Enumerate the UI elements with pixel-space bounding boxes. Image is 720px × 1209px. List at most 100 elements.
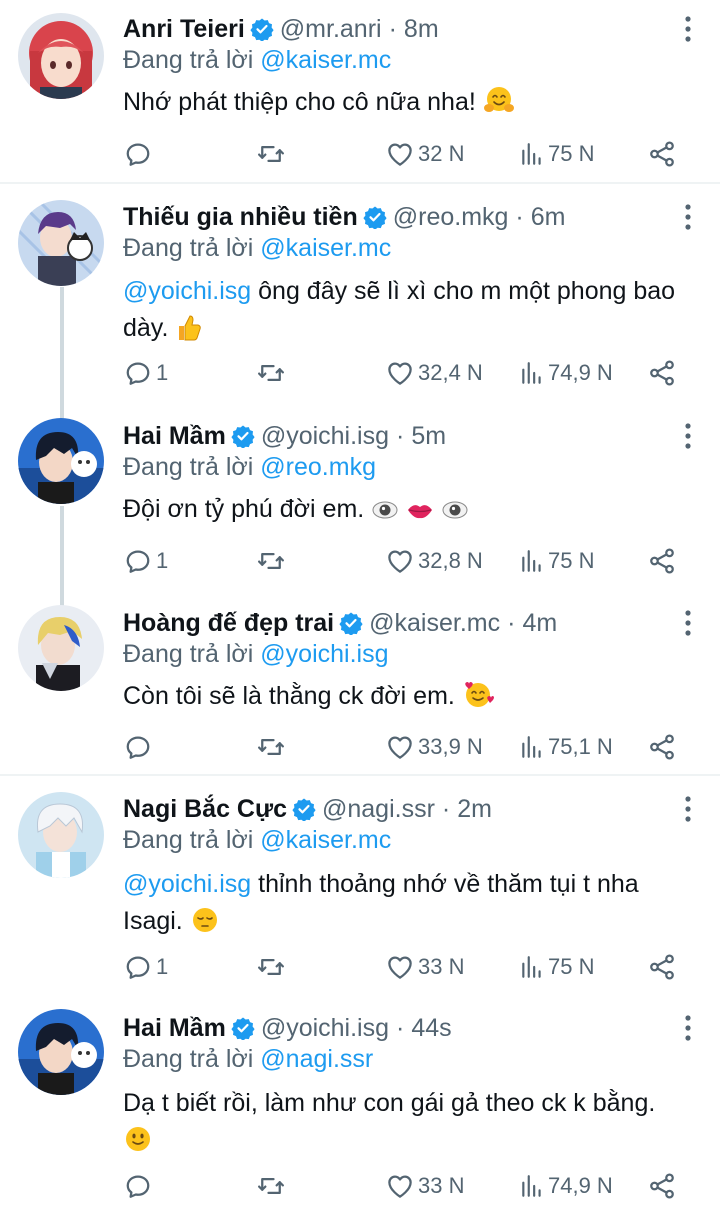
tweet-body-text: Nhớ phát thiệp cho cô nữa nha!	[123, 88, 476, 116]
like-button[interactable]: 32 N	[385, 137, 464, 171]
tweet[interactable]: Nagi Bắc Cực @nagi.ssr · 2m Đang trả lời…	[0, 780, 720, 1000]
replying-to-handle[interactable]: @kaiser.mc	[260, 46, 391, 74]
retweet-button[interactable]	[256, 137, 286, 171]
replying-to-handle[interactable]: @reo.mkg	[260, 453, 376, 481]
like-button[interactable]: 32,8 N	[385, 544, 483, 578]
user-handle[interactable]: @yoichi.isg	[261, 422, 389, 451]
reply-button[interactable]: 1	[123, 950, 168, 984]
share-button[interactable]	[647, 137, 677, 171]
like-button[interactable]: 33,9 N	[385, 730, 483, 764]
like-button[interactable]: 33 N	[385, 1169, 464, 1203]
avatar[interactable]	[18, 418, 104, 504]
timestamp[interactable]: 44s	[411, 1014, 451, 1043]
tweet[interactable]: Anri Teieri @mr.anri · 8m Đang trả lời @…	[0, 0, 720, 182]
retweet-button[interactable]	[256, 730, 286, 764]
retweet-button[interactable]	[256, 950, 286, 984]
display-name[interactable]: Thiếu gia nhiều tiền	[123, 203, 358, 232]
replying-label: Đang trả lời	[123, 453, 254, 481]
more-vertical-icon[interactable]	[678, 794, 698, 824]
reply-button[interactable]	[123, 137, 156, 171]
tweet-text: Nhớ phát thiệp cho cô nữa nha!	[123, 84, 680, 121]
reply-count: 1	[156, 954, 169, 979]
timestamp[interactable]: 6m	[531, 203, 566, 232]
more-vertical-icon[interactable]	[678, 14, 698, 44]
user-handle[interactable]: @yoichi.isg	[261, 1014, 389, 1043]
reply-button[interactable]	[123, 1169, 156, 1203]
avatar[interactable]	[18, 792, 104, 878]
view-count: 75 N	[548, 548, 595, 573]
more-vertical-icon[interactable]	[678, 608, 698, 638]
display-name[interactable]: Anri Teieri	[123, 15, 245, 44]
hugging-face-emoji	[483, 87, 514, 112]
reply-button[interactable]: 1	[123, 544, 168, 578]
verified-badge-icon	[250, 17, 274, 41]
like-count: 33,9 N	[418, 734, 483, 759]
share-button[interactable]	[647, 356, 677, 390]
share-button[interactable]	[647, 1169, 677, 1203]
share-icon	[647, 952, 677, 982]
avatar[interactable]	[18, 1009, 104, 1095]
more-vertical-icon[interactable]	[678, 202, 698, 232]
display-name[interactable]: Hai Mầm	[123, 422, 226, 451]
reply-button[interactable]: 1	[123, 356, 168, 390]
view-count: 75 N	[548, 141, 595, 166]
mention-link[interactable]: @yoichi.isg	[123, 870, 251, 898]
reply-button[interactable]	[123, 730, 156, 764]
timestamp[interactable]: 2m	[457, 795, 492, 824]
tweet-body-text: Đội ơn tỷ phú đời em.	[123, 495, 365, 523]
timestamp[interactable]: 8m	[404, 15, 439, 44]
retweet-icon	[256, 546, 286, 576]
avatar[interactable]	[18, 605, 104, 691]
verified-badge-icon	[363, 205, 387, 229]
replying-label: Đang trả lời	[123, 234, 254, 262]
views-icon	[519, 141, 545, 167]
avatar[interactable]	[18, 13, 104, 99]
heart-icon	[385, 732, 415, 762]
separator-dot: ·	[396, 421, 405, 450]
display-name[interactable]: Hoàng đế đẹp trai	[123, 609, 334, 638]
like-count: 32,8 N	[418, 548, 483, 573]
retweet-icon	[256, 952, 286, 982]
retweet-button[interactable]	[256, 1169, 286, 1203]
views-button[interactable]: 75 N	[519, 137, 594, 171]
display-name[interactable]: Nagi Bắc Cực	[123, 795, 287, 824]
views-button[interactable]: 74,9 N	[519, 356, 613, 390]
views-button[interactable]: 74,9 N	[519, 1169, 613, 1203]
tweet-text: @yoichi.isg thỉnh thoảng nhớ về thăm tụi…	[123, 866, 680, 940]
user-handle[interactable]: @nagi.ssr	[322, 795, 435, 824]
tweet[interactable]: Hai Mầm @yoichi.isg · 5m Đang trả lời @r…	[0, 407, 720, 595]
more-vertical-icon[interactable]	[678, 1013, 698, 1043]
retweet-button[interactable]	[256, 356, 286, 390]
views-button[interactable]: 75 N	[519, 950, 594, 984]
mention-link[interactable]: @yoichi.isg	[123, 277, 251, 305]
like-button[interactable]: 32,4 N	[385, 356, 483, 390]
replying-to-handle[interactable]: @kaiser.mc	[260, 234, 391, 262]
timestamp[interactable]: 4m	[522, 609, 557, 638]
views-button[interactable]: 75,1 N	[519, 730, 613, 764]
like-button[interactable]: 33 N	[385, 950, 464, 984]
avatar[interactable]	[18, 200, 104, 286]
user-handle[interactable]: @reo.mkg	[393, 203, 509, 232]
user-handle[interactable]: @kaiser.mc	[369, 609, 500, 638]
like-count: 32 N	[418, 141, 465, 166]
timestamp[interactable]: 5m	[411, 422, 446, 451]
tweet[interactable]: Thiếu gia nhiều tiền @reo.mkg · 6m Đang …	[0, 188, 720, 406]
tweet-header: Hai Mầm @yoichi.isg · 44s	[123, 1011, 452, 1045]
more-vertical-icon[interactable]	[678, 421, 698, 451]
retweet-button[interactable]	[256, 544, 286, 578]
verified-badge-icon	[339, 611, 363, 635]
share-button[interactable]	[647, 544, 677, 578]
replying-to-handle[interactable]: @kaiser.mc	[260, 826, 391, 854]
separator-dot: ·	[507, 608, 516, 637]
user-handle[interactable]: @mr.anri	[280, 15, 382, 44]
views-button[interactable]: 75 N	[519, 544, 594, 578]
display-name[interactable]: Hai Mầm	[123, 1014, 226, 1043]
tweet[interactable]: Hai Mầm @yoichi.isg · 44s Đang trả lời @…	[0, 999, 720, 1209]
share-button[interactable]	[647, 950, 677, 984]
tweet[interactable]: Hoàng đế đẹp trai @kaiser.mc · 4m Đang t…	[0, 594, 720, 774]
share-button[interactable]	[647, 730, 677, 764]
replying-to: Đang trả lời @kaiser.mc	[123, 234, 391, 263]
replying-to-handle[interactable]: @nagi.ssr	[260, 1045, 373, 1073]
comment-icon	[123, 732, 153, 762]
replying-to-handle[interactable]: @yoichi.isg	[260, 640, 388, 668]
